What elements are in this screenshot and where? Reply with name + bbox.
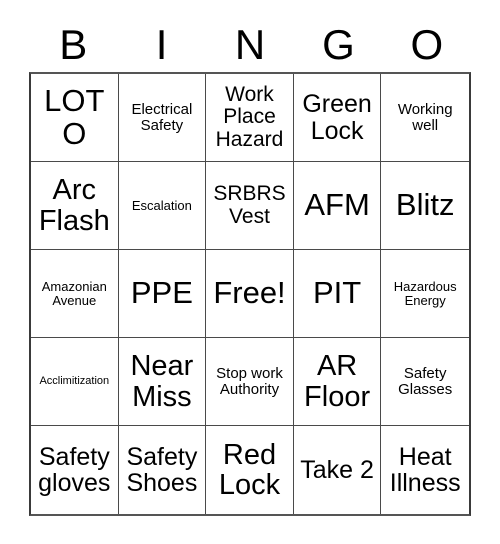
- bingo-header-letter-g: G: [322, 21, 355, 68]
- bingo-cell-label: Green Lock: [302, 90, 372, 145]
- bingo-cell[interactable]: Safety gloves: [31, 426, 119, 514]
- bingo-cell[interactable]: PPE: [118, 250, 207, 338]
- bingo-cell-label: SRBRS Vest: [213, 182, 286, 228]
- bingo-cell-label: Near Miss: [130, 350, 194, 413]
- bingo-cell[interactable]: Green Lock: [293, 74, 382, 162]
- bingo-cell[interactable]: Working well: [381, 74, 469, 162]
- bingo-cell-free-space[interactable]: Free!: [206, 250, 294, 338]
- bingo-cell-label: Stop work Authority: [216, 364, 283, 398]
- bingo-cell[interactable]: AFM: [293, 162, 382, 250]
- bingo-cell[interactable]: Amazonian Avenue: [31, 250, 119, 338]
- bingo-cell-label: Safety Glasses: [398, 364, 453, 398]
- bingo-cell[interactable]: Red Lock: [206, 426, 294, 514]
- bingo-cell-label: LOTO: [44, 82, 105, 151]
- bingo-cell[interactable]: AR Floor: [293, 338, 382, 426]
- bingo-cell-label: PPE: [130, 275, 193, 311]
- bingo-cell[interactable]: Stop work Authority: [206, 338, 294, 426]
- bingo-header-letter-o: O: [410, 21, 444, 68]
- bingo-cell-label: Arc Flash: [38, 174, 110, 237]
- bingo-header-row: BINGO: [29, 18, 471, 72]
- bingo-cell-label: Take 2: [300, 455, 374, 484]
- bingo-cell[interactable]: LOTO: [31, 74, 119, 162]
- bingo-cell[interactable]: Escalation: [118, 162, 207, 250]
- bingo-cell[interactable]: Hazardous Energy: [381, 250, 469, 338]
- bingo-cell[interactable]: Safety Shoes: [118, 426, 207, 514]
- bingo-header-letter-i: I: [155, 21, 168, 68]
- bingo-cell-label: Blitz: [395, 187, 455, 223]
- bingo-cell-label: Red Lock: [218, 438, 281, 501]
- bingo-cell[interactable]: Heat Illness: [381, 426, 469, 514]
- bingo-header-letter-n: N: [234, 21, 266, 68]
- bingo-cell[interactable]: Safety Glasses: [381, 338, 469, 426]
- bingo-cell-label: Work Place Hazard: [215, 83, 284, 151]
- bingo-header-letter-b: B: [59, 21, 88, 68]
- bingo-cell-label: Electrical Safety: [131, 100, 193, 134]
- bingo-cell[interactable]: Blitz: [381, 162, 469, 250]
- bingo-cell-label: AFM: [304, 187, 370, 223]
- bingo-cell[interactable]: Electrical Safety: [118, 74, 207, 162]
- bingo-cell-label: Safety gloves: [38, 442, 111, 497]
- bingo-cell-label: Safety Shoes: [126, 442, 198, 497]
- bingo-cell-label: Escalation: [131, 197, 192, 213]
- bingo-cell[interactable]: Take 2: [293, 426, 382, 514]
- bingo-cell[interactable]: Work Place Hazard: [206, 74, 294, 162]
- bingo-cell-label: Acclimitization: [39, 374, 110, 387]
- bingo-cell[interactable]: SRBRS Vest: [206, 162, 294, 250]
- bingo-cell-label: Free!: [213, 275, 286, 311]
- bingo-grid: LOTO Electrical Safety Work Place Hazard Gr…: [29, 72, 471, 516]
- bingo-cell[interactable]: Acclimitization: [31, 338, 119, 426]
- bingo-cell[interactable]: PIT: [293, 250, 382, 338]
- bingo-cell-label: PIT: [312, 275, 362, 311]
- bingo-card: B I N G O LOTO Electrical Safety Work Place Ha…: [0, 0, 500, 544]
- bingo-cell-label: Heat Illness: [389, 442, 461, 497]
- bingo-cell-label: Amazonian Avenue: [41, 278, 107, 308]
- bingo-cell-label: Working well: [397, 100, 453, 134]
- bingo-cell-label: Hazardous Energy: [393, 278, 457, 308]
- bingo-cell-label: AR Floor: [304, 350, 371, 413]
- bingo-cell[interactable]: Near Miss: [118, 338, 207, 426]
- bingo-cell[interactable]: Arc Flash: [31, 162, 119, 250]
